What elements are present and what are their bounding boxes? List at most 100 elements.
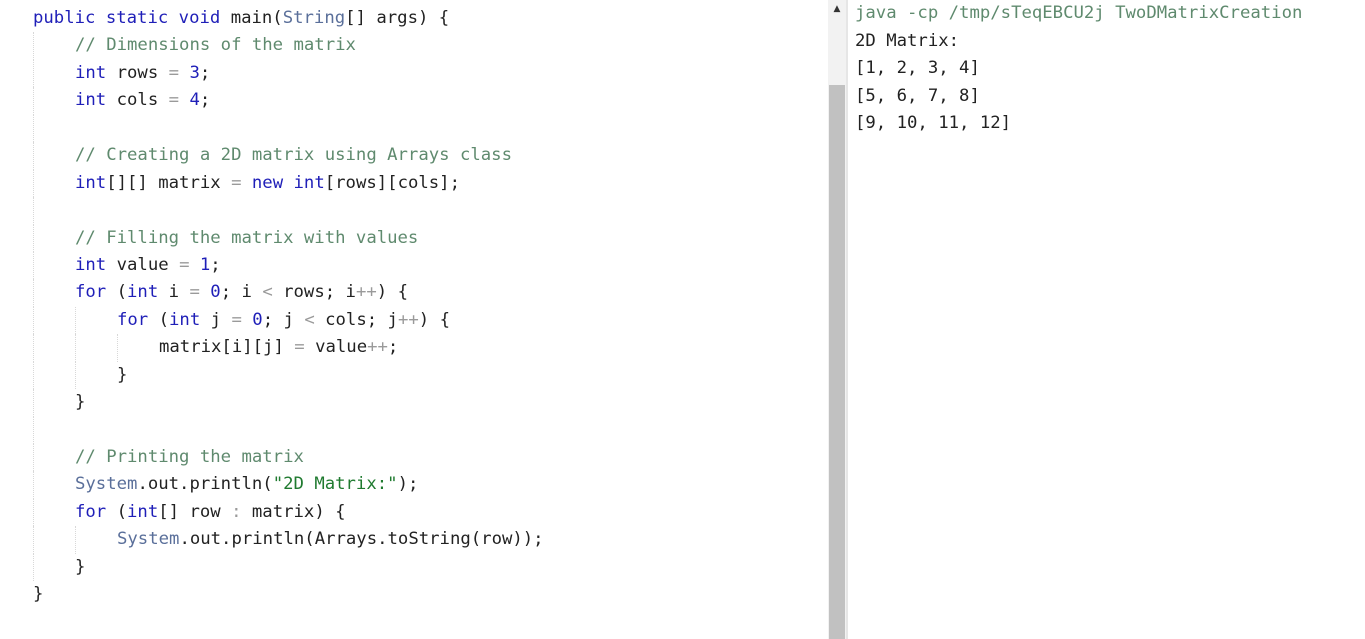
code-token: // Filling the matrix with values bbox=[75, 227, 419, 248]
code-text: int[][] matrix = new int[rows][cols]; bbox=[75, 170, 460, 197]
indent-guide bbox=[33, 416, 34, 444]
code-text: } bbox=[75, 389, 85, 416]
scroll-up-icon[interactable]: ▲ bbox=[828, 3, 846, 15]
code-token: int bbox=[75, 90, 107, 111]
indent-guide bbox=[75, 334, 76, 362]
code-text: matrix[i][j] = value++; bbox=[159, 334, 398, 361]
code-token: 0 bbox=[210, 282, 221, 303]
code-token: } bbox=[117, 364, 128, 385]
code-token: int bbox=[75, 62, 107, 83]
indent-guide bbox=[75, 306, 76, 335]
code-token: System bbox=[117, 529, 180, 550]
code-text: // Filling the matrix with values bbox=[75, 225, 418, 252]
code-token: // Printing the matrix bbox=[75, 447, 304, 467]
code-token: = bbox=[168, 90, 180, 111]
code-token: ; bbox=[387, 337, 399, 358]
code-token: System bbox=[75, 474, 138, 495]
indent-guide bbox=[33, 197, 34, 225]
indent-guide bbox=[33, 279, 34, 307]
indent-guide bbox=[33, 87, 34, 115]
output-line: [1, 2, 3, 4] bbox=[855, 58, 980, 79]
code-token: rows bbox=[106, 62, 169, 83]
code-text: for (int i = 0; i < rows; i++) { bbox=[75, 279, 408, 306]
code-token: 4 bbox=[189, 90, 200, 111]
code-token: int bbox=[75, 172, 107, 193]
indent-guide bbox=[33, 32, 34, 60]
indent-guide bbox=[33, 498, 34, 527]
indent-guide bbox=[33, 334, 34, 362]
indent-guide bbox=[33, 114, 34, 143]
code-token: new bbox=[251, 172, 284, 193]
code-token: ++ bbox=[355, 282, 377, 303]
indent-guide bbox=[33, 59, 34, 88]
pane-divider[interactable] bbox=[846, 0, 848, 639]
code-text: for (int[] row : matrix) { bbox=[75, 499, 346, 526]
code-token: for bbox=[117, 309, 149, 330]
code-token: // Dimensions of the matrix bbox=[75, 35, 356, 56]
code-token: ; bbox=[210, 254, 221, 275]
code-token: ; i bbox=[220, 282, 263, 303]
code-token: = bbox=[231, 309, 242, 330]
code-token: = bbox=[168, 62, 180, 83]
code-token: 1 bbox=[199, 254, 211, 275]
code-text: int rows = 3; bbox=[75, 60, 210, 87]
code-token: ; bbox=[199, 62, 211, 83]
code-token: int bbox=[75, 254, 107, 275]
output-console: java -cp /tmp/sTeqEBCU2j TwoDMatrixCreat… bbox=[855, 0, 1355, 639]
code-token: matrix[i][j] bbox=[159, 337, 295, 358]
indent-guide bbox=[33, 389, 34, 417]
code-token: ) { bbox=[418, 309, 450, 330]
code-token: = bbox=[179, 254, 190, 275]
code-token: 0 bbox=[252, 309, 263, 330]
indent-guide bbox=[33, 553, 34, 582]
code-token: = bbox=[294, 337, 305, 358]
indent-guide bbox=[33, 306, 34, 335]
output-line: 2D Matrix: bbox=[855, 31, 960, 51]
code-token: value bbox=[106, 254, 180, 275]
code-token: int bbox=[169, 309, 201, 330]
code-token: ) { bbox=[376, 282, 408, 303]
code-token: public static void bbox=[33, 8, 231, 28]
code-token: int bbox=[127, 501, 159, 522]
code-token: [] args) { bbox=[345, 8, 450, 28]
code-text: System.out.println(Arrays.toString(row))… bbox=[117, 526, 544, 553]
indent-guide bbox=[33, 169, 34, 198]
code-token: // Creating a 2D matrix using Arrays cla… bbox=[75, 145, 512, 166]
code-token: ++ bbox=[367, 337, 388, 358]
code-token: [] row bbox=[158, 501, 232, 522]
code-token: < bbox=[262, 282, 273, 303]
code-token: cols; j bbox=[314, 309, 398, 330]
code-token: int bbox=[127, 282, 159, 303]
output-lines: 2D Matrix: [1, 2, 3, 4] [5, 6, 7, 8] [9,… bbox=[855, 28, 1011, 138]
code-token: "2D Matrix:" bbox=[272, 474, 398, 495]
code-token: : bbox=[231, 501, 242, 522]
run-command: java -cp /tmp/sTeqEBCU2j TwoDMatrixCreat… bbox=[855, 3, 1303, 23]
code-token: ( bbox=[106, 282, 128, 303]
code-text: System.out.println("2D Matrix:"); bbox=[75, 471, 418, 498]
code-token: } bbox=[75, 556, 86, 577]
code-token: ( bbox=[148, 309, 170, 330]
code-token: } bbox=[33, 584, 44, 605]
scroll-thumb[interactable] bbox=[829, 85, 845, 639]
code-text: // Dimensions of the matrix bbox=[75, 32, 356, 59]
indent-guide bbox=[75, 526, 76, 554]
code-token: = bbox=[231, 172, 242, 193]
code-editor[interactable]: public static void main(String[] args) {… bbox=[0, 0, 828, 639]
code-token: .out.println( bbox=[137, 474, 273, 495]
indent-guide bbox=[75, 361, 76, 390]
code-text: int cols = 4; bbox=[75, 87, 210, 114]
indent-guide bbox=[33, 142, 34, 170]
indent-guide bbox=[33, 471, 34, 499]
code-token: rows; i bbox=[272, 282, 356, 303]
code-token: j bbox=[200, 309, 232, 330]
code-token: [rows][cols]; bbox=[324, 172, 460, 193]
code-token: matrix) { bbox=[241, 501, 346, 522]
code-text: int value = 1; bbox=[75, 252, 221, 279]
editor-scrollbar[interactable]: ▲ bbox=[828, 0, 846, 639]
code-token: ++ bbox=[397, 309, 419, 330]
